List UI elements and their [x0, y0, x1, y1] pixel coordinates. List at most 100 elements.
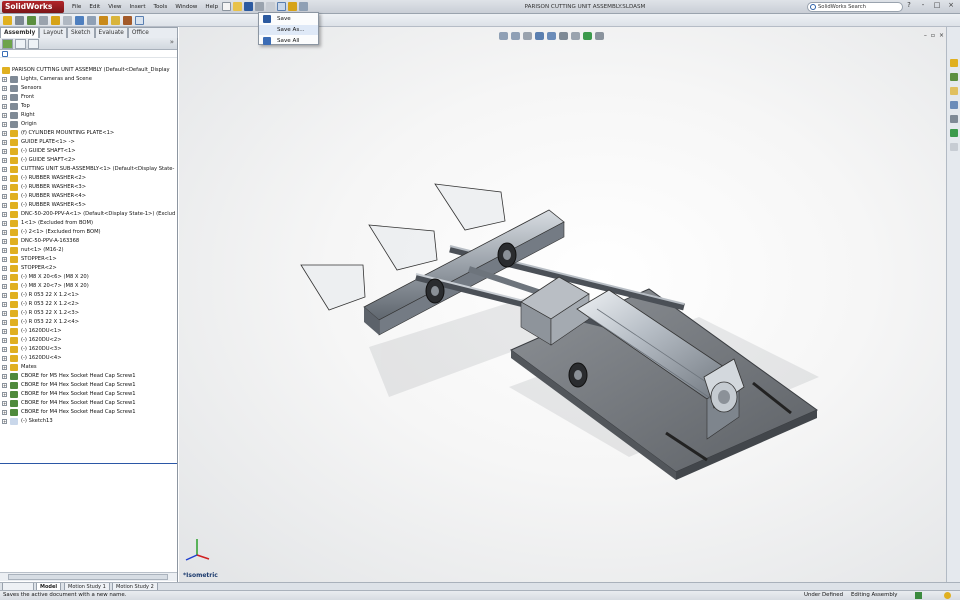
- tree-node[interactable]: + CBORE for M4 Hex Socket Head Cap Screw1: [0, 399, 177, 408]
- linear-pattern-icon[interactable]: [27, 16, 36, 25]
- tree-node[interactable]: + (-) Sketch13: [0, 417, 177, 426]
- tree-node[interactable]: + (-) 1620DU<1>: [0, 327, 177, 336]
- assembly-model[interactable]: [179, 27, 946, 582]
- minimize-button[interactable]: -: [918, 1, 928, 9]
- expand-toggle-icon[interactable]: +: [2, 293, 7, 298]
- expand-toggle-icon[interactable]: +: [2, 248, 7, 253]
- expand-toggle-icon[interactable]: +: [2, 311, 7, 316]
- move-component-icon[interactable]: [51, 16, 60, 25]
- tree-node[interactable]: + Top: [0, 102, 177, 111]
- tree-node[interactable]: +1<1> (Excluded from BOM): [0, 219, 177, 228]
- cutter-blade-1[interactable]: [300, 264, 366, 311]
- exploded-view-icon[interactable]: [123, 16, 132, 25]
- tree-node[interactable]: + (f) CYLINDER MOUNTING PLATE<1>: [0, 129, 177, 138]
- cutter-blade-2[interactable]: [368, 224, 438, 271]
- expand-toggle-icon[interactable]: +: [2, 77, 7, 82]
- expand-toggle-icon[interactable]: +: [2, 266, 7, 271]
- help-button[interactable]: ?: [904, 1, 914, 9]
- expand-toggle-icon[interactable]: +: [2, 167, 7, 172]
- tree-node[interactable]: + Origin: [0, 120, 177, 129]
- tree-node[interactable]: + CUTTING UNIT SUB-ASSEMBLY<1> (Default<D…: [0, 165, 177, 174]
- expand-toggle-icon[interactable]: +: [2, 194, 7, 199]
- expand-panel-icon[interactable]: »: [170, 38, 174, 46]
- open-folder-icon[interactable]: [233, 2, 242, 11]
- scrollbar-thumb[interactable]: [8, 574, 168, 580]
- menu-view[interactable]: View: [104, 4, 125, 10]
- cutter-blade-3[interactable]: [434, 183, 506, 231]
- menu-item-save-all[interactable]: Save All: [259, 36, 318, 46]
- expand-toggle-icon[interactable]: +: [2, 401, 7, 406]
- tree-node[interactable]: + Right: [0, 111, 177, 120]
- tab-evaluate[interactable]: Evaluate: [94, 27, 128, 38]
- undo-icon[interactable]: [266, 2, 275, 11]
- tree-node[interactable]: + (-) GUIDE SHAFT<1>: [0, 147, 177, 156]
- expand-toggle-icon[interactable]: +: [2, 365, 7, 370]
- options-icon[interactable]: [299, 2, 308, 11]
- expand-toggle-icon[interactable]: +: [2, 230, 7, 235]
- expand-toggle-icon[interactable]: +: [2, 221, 7, 226]
- horizontal-scrollbar[interactable]: [0, 572, 177, 581]
- tree-node[interactable]: + (-) R 053 22 X 1.2<2>: [0, 300, 177, 309]
- tree-node[interactable]: + (-) R 053 22 X 1.2<3>: [0, 309, 177, 318]
- search-input[interactable]: SolidWorks Search: [807, 2, 903, 12]
- expand-toggle-icon[interactable]: +: [2, 113, 7, 118]
- save-icon[interactable]: [244, 2, 253, 11]
- appearances-icon[interactable]: [950, 129, 958, 137]
- tree-node[interactable]: + DNC-50-PPV-A-163368: [0, 237, 177, 246]
- expand-toggle-icon[interactable]: +: [2, 203, 7, 208]
- tree-node[interactable]: + CBORE for M4 Hex Socket Head Cap Screw1: [0, 408, 177, 417]
- feature-manager-tab-icon[interactable]: [2, 39, 13, 49]
- file-explorer-icon[interactable]: [950, 87, 958, 95]
- expand-toggle-icon[interactable]: +: [2, 149, 7, 154]
- expand-toggle-icon[interactable]: +: [2, 329, 7, 334]
- rebuild-icon[interactable]: [288, 2, 297, 11]
- tab-assembly[interactable]: Assembly: [0, 27, 40, 38]
- menu-edit[interactable]: Edit: [85, 4, 104, 10]
- reference-geometry-icon[interactable]: [87, 16, 96, 25]
- tree-node[interactable]: + nut<1> (M16-2): [0, 246, 177, 255]
- tree-node[interactable]: + (-) M8 X 20<6> (M8 X 20): [0, 273, 177, 282]
- expand-toggle-icon[interactable]: +: [2, 410, 7, 415]
- configuration-manager-tab-icon[interactable]: [28, 39, 39, 49]
- tree-node[interactable]: + (-) RUBBER WASHER<2>: [0, 174, 177, 183]
- tree-node[interactable]: + (-) R 053 22 X 1.2<1>: [0, 291, 177, 300]
- menu-tools[interactable]: Tools: [150, 4, 172, 10]
- expand-toggle-icon[interactable]: +: [2, 284, 7, 289]
- instant3d-icon[interactable]: [135, 16, 144, 25]
- tab-layout[interactable]: Layout: [39, 27, 67, 38]
- tab-sketch[interactable]: Sketch: [67, 27, 95, 38]
- tree-node[interactable]: + Lights, Cameras and Scene: [0, 75, 177, 84]
- expand-toggle-icon[interactable]: +: [2, 419, 7, 424]
- tree-node[interactable]: + GUIDE PLATE<1> ->: [0, 138, 177, 147]
- expand-toggle-icon[interactable]: +: [2, 104, 7, 109]
- tree-node[interactable]: + (-) 1620DU<4>: [0, 354, 177, 363]
- tree-node[interactable]: + (-) RUBBER WASHER<5>: [0, 201, 177, 210]
- tree-node[interactable]: + STOPPER<2>: [0, 264, 177, 273]
- expand-toggle-icon[interactable]: +: [2, 185, 7, 190]
- mate-icon[interactable]: [15, 16, 24, 25]
- tree-node[interactable]: + CBORE for M4 Hex Socket Head Cap Screw1: [0, 390, 177, 399]
- search-results-icon[interactable]: [950, 101, 958, 109]
- tree-node[interactable]: + (-) M8 X 20<7> (M8 X 20): [0, 282, 177, 291]
- expand-toggle-icon[interactable]: +: [2, 320, 7, 325]
- maximize-button[interactable]: □: [932, 1, 942, 9]
- rebuild-status-icon[interactable]: [944, 592, 951, 599]
- expand-toggle-icon[interactable]: +: [2, 140, 7, 145]
- tree-node[interactable]: + Front: [0, 93, 177, 102]
- quick-tips-icon[interactable]: [915, 592, 922, 599]
- new-document-icon[interactable]: [222, 2, 231, 11]
- expand-toggle-icon[interactable]: +: [2, 302, 7, 307]
- close-button[interactable]: ×: [946, 1, 956, 9]
- expand-toggle-icon[interactable]: +: [2, 257, 7, 262]
- assembly-features-icon[interactable]: [75, 16, 84, 25]
- tree-node[interactable]: + CBORE for M4 Hex Socket Head Cap Screw1: [0, 381, 177, 390]
- expand-toggle-icon[interactable]: +: [2, 131, 7, 136]
- tree-node[interactable]: + Mates: [0, 363, 177, 372]
- tree-filter[interactable]: [0, 50, 177, 58]
- custom-properties-icon[interactable]: [950, 143, 958, 151]
- tree-node[interactable]: + (-) GUIDE SHAFT<2>: [0, 156, 177, 165]
- tree-node[interactable]: + (-) RUBBER WASHER<4>: [0, 192, 177, 201]
- expand-toggle-icon[interactable]: +: [2, 122, 7, 127]
- tree-node[interactable]: + DNC-50-200-PPV-A<1> (Default<Display St…: [0, 210, 177, 219]
- tree-node[interactable]: + STOPPER<1>: [0, 255, 177, 264]
